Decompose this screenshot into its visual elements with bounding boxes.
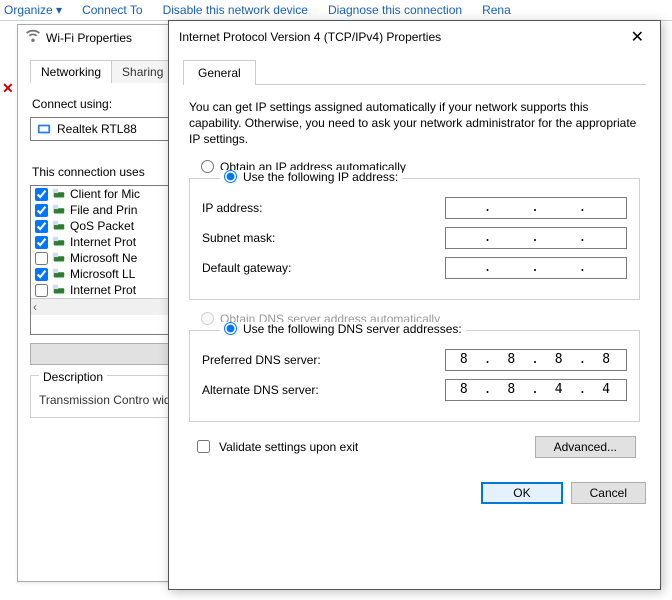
component-icon (52, 267, 66, 281)
component-icon (52, 283, 66, 297)
alternate-dns-label: Alternate DNS server: (202, 383, 319, 397)
subnet-input[interactable]: ... (445, 227, 627, 249)
close-icon[interactable]: ✕ (625, 25, 650, 49)
component-icon (52, 235, 66, 249)
ip-address-label: IP address: (202, 201, 262, 215)
list-item-checkbox[interactable] (35, 188, 48, 201)
list-item-label: Internet Prot (70, 235, 136, 249)
list-item-checkbox[interactable] (35, 236, 48, 249)
validate-checkbox-row[interactable]: Validate settings upon exit (193, 437, 358, 456)
list-item-checkbox[interactable] (35, 284, 48, 297)
component-icon (52, 187, 66, 201)
tab-sharing[interactable]: Sharing (111, 60, 174, 83)
ipv4-tabstrip: General (183, 59, 646, 85)
gateway-label: Default gateway: (202, 261, 291, 275)
list-item-label: Internet Prot (70, 283, 136, 297)
ipv4-description: You can get IP settings assigned automat… (189, 99, 640, 148)
ip-address-input[interactable]: ... (445, 197, 627, 219)
gateway-input[interactable]: ... (445, 257, 627, 279)
radio-ip-auto-input[interactable] (201, 160, 214, 173)
menu-organize[interactable]: Organize ▾ (4, 0, 62, 20)
scroll-left-icon[interactable]: ‹ (33, 300, 37, 314)
subnet-label: Subnet mask: (202, 231, 275, 245)
list-item-label: File and Prin (70, 203, 137, 217)
menu-disable[interactable]: Disable this network device (163, 0, 308, 20)
radio-ip-manual-label: Use the following IP address: (243, 170, 398, 184)
dialog-button-row: OK Cancel (169, 472, 660, 514)
ipv4-titlebar: Internet Protocol Version 4 (TCP/IPv4) P… (169, 21, 660, 53)
toolbar: Organize ▾ Connect To Disable this netwo… (0, 0, 672, 21)
adapter-name: Realtek RTL88 (57, 122, 137, 136)
wifi-title-text: Wi-Fi Properties (46, 25, 132, 51)
component-icon (52, 203, 66, 217)
wifi-icon (26, 25, 40, 51)
preferred-dns-input[interactable]: 8. 8. 8. 8 (445, 349, 627, 371)
validate-checkbox[interactable] (197, 440, 210, 453)
radio-dns-auto-input (201, 312, 214, 325)
menu-connect-to[interactable]: Connect To (82, 0, 143, 20)
list-item-label: QoS Packet (70, 219, 134, 233)
dns-fieldset: Use the following DNS server addresses: … (189, 330, 640, 422)
menu-rename[interactable]: Rena (482, 0, 511, 20)
cancel-button[interactable]: Cancel (571, 482, 646, 504)
list-item-checkbox[interactable] (35, 268, 48, 281)
ip-fieldset: Use the following IP address: IP address… (189, 178, 640, 300)
menu-diagnose[interactable]: Diagnose this connection (328, 0, 462, 20)
radio-dns-manual-input[interactable] (224, 322, 237, 335)
ipv4-properties-dialog: Internet Protocol Version 4 (TCP/IPv4) P… (168, 20, 661, 590)
list-item-label: Microsoft Ne (70, 251, 137, 265)
tab-general[interactable]: General (183, 60, 256, 85)
list-item-checkbox[interactable] (35, 252, 48, 265)
radio-dns-manual-label: Use the following DNS server addresses: (243, 322, 462, 336)
alternate-dns-input[interactable]: 8. 8. 4. 4 (445, 379, 627, 401)
radio-ip-manual-input[interactable] (224, 170, 237, 183)
list-item-label: Client for Mic (70, 187, 140, 201)
preferred-dns-label: Preferred DNS server: (202, 353, 321, 367)
network-adapter-icon (37, 122, 51, 136)
ok-button[interactable]: OK (481, 482, 562, 504)
component-icon (52, 251, 66, 265)
error-x-icon: ✕ (2, 80, 14, 97)
list-item-checkbox[interactable] (35, 204, 48, 217)
list-item-label: Microsoft LL (70, 267, 135, 281)
tab-networking[interactable]: Networking (30, 60, 112, 83)
ipv4-title-text: Internet Protocol Version 4 (TCP/IPv4) P… (179, 30, 441, 44)
advanced-button[interactable]: Advanced... (535, 436, 636, 458)
validate-label: Validate settings upon exit (219, 440, 358, 454)
component-icon (52, 219, 66, 233)
list-item-checkbox[interactable] (35, 220, 48, 233)
description-label: Description (39, 370, 107, 384)
